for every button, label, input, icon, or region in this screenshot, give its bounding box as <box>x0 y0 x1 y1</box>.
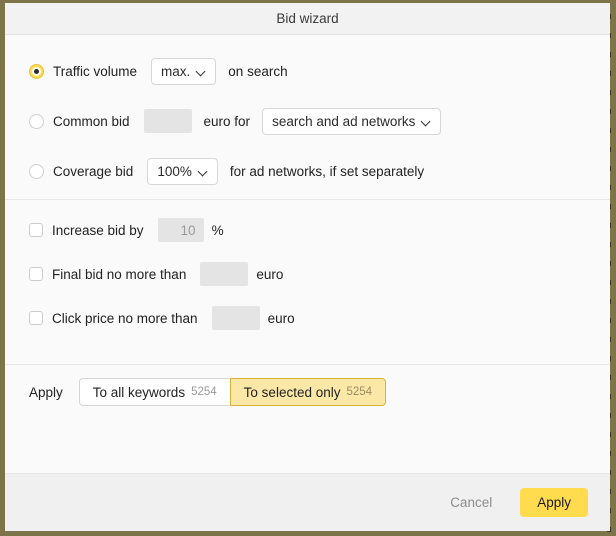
label-common-bid-unit: euro for <box>203 113 251 129</box>
apply-scope-section: Apply To all keywords 5254 To selected o… <box>5 365 610 420</box>
input-common-bid[interactable] <box>143 109 192 133</box>
chevron-down-icon <box>197 67 206 76</box>
row-common-bid[interactable]: Common bid euro for search and ad networ… <box>29 107 586 135</box>
strategy-section: Traffic volume max. on search Common bid… <box>5 35 610 199</box>
select-traffic-volume[interactable]: max. <box>151 57 217 85</box>
apply-button[interactable]: Apply <box>520 488 588 517</box>
dialog-footer: Cancel Apply <box>5 473 610 531</box>
label-increase-bid-unit: % <box>211 222 224 238</box>
select-traffic-volume-value: max. <box>161 63 191 79</box>
row-apply-scope: Apply To all keywords 5254 To selected o… <box>29 378 586 406</box>
button-apply-selected-only-label: To selected only <box>243 384 341 400</box>
label-final-bid: Final bid no more than <box>52 266 187 282</box>
label-coverage-bid: Coverage bid <box>53 163 134 179</box>
radio-traffic-volume[interactable] <box>29 63 44 79</box>
label-click-price-unit: euro <box>267 310 295 326</box>
label-coverage-bid-suffix: for ad networks, if set separately <box>229 163 425 179</box>
button-apply-selected-only[interactable]: To selected only 5254 <box>229 378 387 406</box>
radio-coverage-bid[interactable] <box>29 163 44 179</box>
label-increase-bid: Increase bid by <box>52 222 144 238</box>
label-traffic-volume-suffix: on search <box>228 63 288 79</box>
row-click-price[interactable]: Click price no more than euro <box>29 304 586 332</box>
apply-scope-segmented-control: To all keywords 5254 To selected only 52… <box>78 378 387 406</box>
label-common-bid: Common bid <box>53 113 130 129</box>
row-coverage-bid[interactable]: Coverage bid 100% for ad networks, if se… <box>29 157 586 185</box>
checkbox-final-bid[interactable] <box>29 267 43 281</box>
button-apply-all-keywords-label: To all keywords <box>92 384 186 400</box>
button-apply-all-keywords-count: 5254 <box>191 386 217 398</box>
dialog-titlebar: Bid wizard <box>5 3 610 35</box>
chevron-down-icon <box>422 117 431 126</box>
cancel-button[interactable]: Cancel <box>446 489 496 516</box>
select-common-bid-networks-value: search and ad networks <box>272 113 416 129</box>
chevron-down-icon <box>199 167 208 176</box>
input-increase-bid[interactable]: 10 <box>157 218 204 242</box>
select-coverage-bid-value: 100% <box>157 163 192 179</box>
dialog-body: Traffic volume max. on search Common bid… <box>5 35 610 473</box>
row-traffic-volume[interactable]: Traffic volume max. on search <box>29 57 586 85</box>
select-coverage-bid[interactable]: 100% <box>147 157 218 185</box>
button-apply-selected-only-count: 5254 <box>346 386 373 398</box>
checkbox-increase-bid[interactable] <box>29 223 43 237</box>
row-increase-bid[interactable]: Increase bid by 10 % <box>29 216 586 244</box>
input-click-price[interactable] <box>211 306 260 330</box>
select-common-bid-networks[interactable]: search and ad networks <box>262 107 442 135</box>
label-apply-scope: Apply <box>29 384 63 400</box>
checkbox-click-price[interactable] <box>29 311 43 325</box>
label-traffic-volume: Traffic volume <box>53 63 138 79</box>
input-final-bid[interactable] <box>200 262 249 286</box>
row-final-bid[interactable]: Final bid no more than euro <box>29 260 586 288</box>
limits-section: Increase bid by 10 % Final bid no more t… <box>5 200 610 364</box>
button-apply-all-keywords[interactable]: To all keywords 5254 <box>78 378 230 406</box>
dialog-title: Bid wizard <box>276 11 339 26</box>
bid-wizard-dialog: Bid wizard Traffic volume max. on search… <box>5 3 610 531</box>
label-final-bid-unit: euro <box>256 266 284 282</box>
label-click-price: Click price no more than <box>52 310 198 326</box>
radio-common-bid[interactable] <box>29 113 44 129</box>
